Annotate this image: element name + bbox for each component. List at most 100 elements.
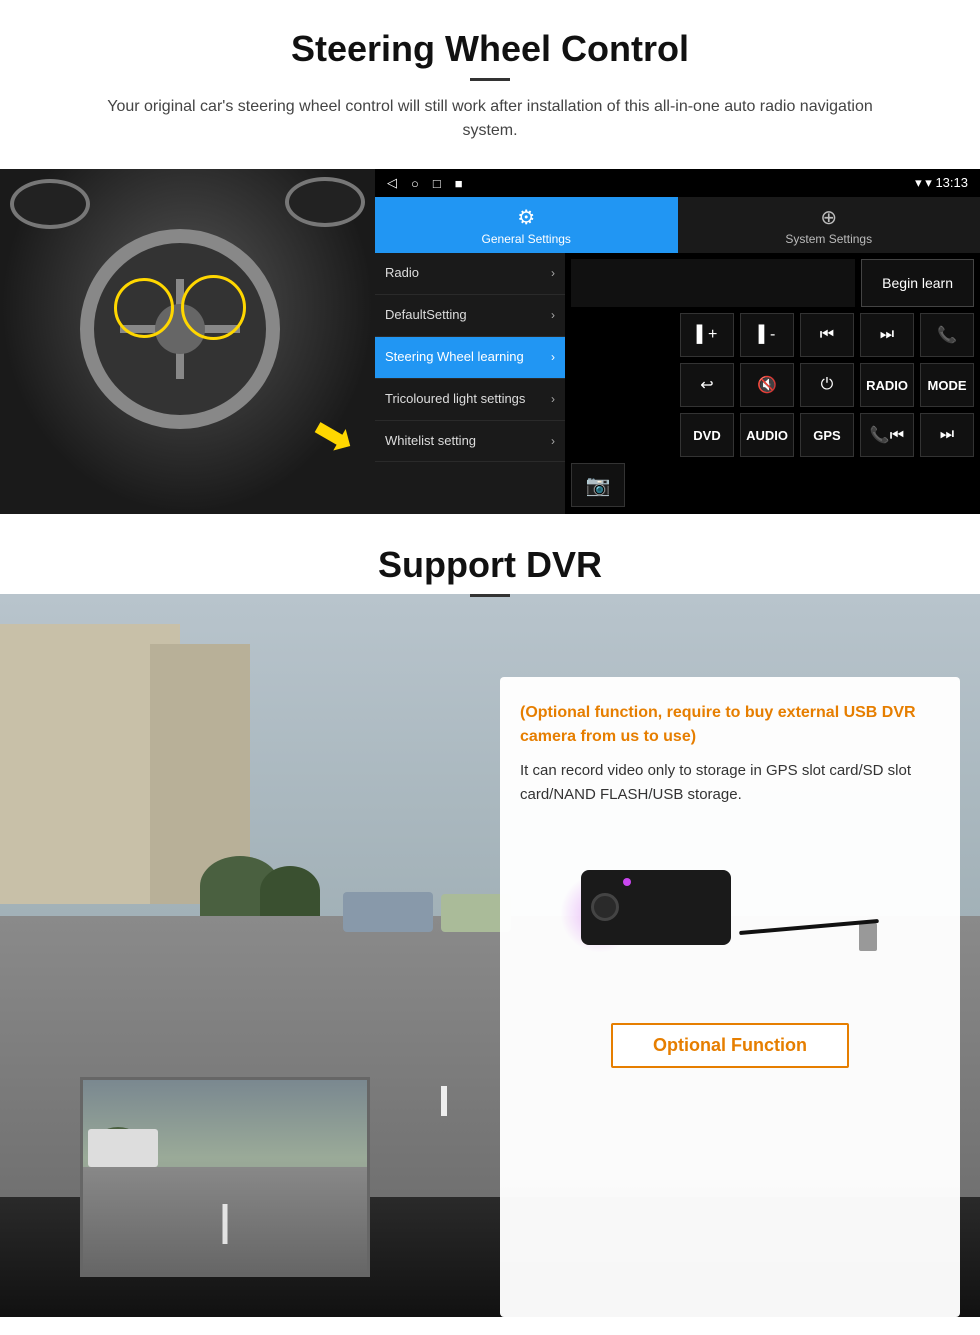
vol-minus-button[interactable]: ▌-	[740, 313, 794, 357]
begin-learn-button[interactable]: Begin learn	[861, 259, 974, 307]
chevron-icon-2: ›	[551, 308, 555, 322]
dvr-icon: 📷	[586, 473, 611, 498]
dvr-thumbnail	[80, 1077, 370, 1277]
phone-button[interactable]: 📞	[920, 313, 974, 357]
android-tabs: ⚙ General Settings ⊕ System Settings	[375, 197, 980, 253]
steering-header: Steering Wheel Control Your original car…	[0, 0, 980, 153]
left-button-highlight	[114, 278, 174, 338]
tab-system-label: System Settings	[785, 232, 872, 246]
back-button[interactable]: ↩	[680, 363, 734, 407]
menu-item-radio[interactable]: Radio ›	[375, 253, 565, 295]
android-nav: ◁ ○ □ ■	[387, 175, 463, 191]
next-button[interactable]: ⏭	[920, 413, 974, 457]
menu-item-steering[interactable]: Steering Wheel learning ›	[375, 337, 565, 379]
camera-lens	[591, 893, 619, 921]
skip-back-icon: ⏮	[820, 326, 834, 344]
chevron-icon-4: ›	[551, 392, 555, 406]
control-row-1: ▌+ ▌- ⏮ ⏭ 📞	[571, 313, 974, 357]
steering-wheel	[80, 229, 280, 429]
camera-cable	[739, 919, 879, 935]
system-icon: ⊕	[820, 205, 837, 230]
steering-section: Steering Wheel Control Your original car…	[0, 0, 980, 514]
menu-steering-label: Steering Wheel learning	[385, 349, 551, 366]
dvd-label: DVD	[693, 428, 720, 443]
chevron-icon-3: ›	[551, 350, 555, 364]
tab-general-label: General Settings	[482, 232, 571, 246]
dvr-card-title: (Optional function, require to buy exter…	[520, 701, 940, 749]
nav-recent-icon[interactable]: □	[433, 176, 441, 191]
camera-led	[623, 878, 631, 886]
nav-back-icon[interactable]: ◁	[387, 175, 397, 191]
radio-label: RADIO	[866, 378, 908, 393]
dvd-button[interactable]: DVD	[680, 413, 734, 457]
arrow-indicator: ➡	[301, 399, 366, 470]
vol-plus-button[interactable]: ▌+	[680, 313, 734, 357]
power-button[interactable]: ⏻	[800, 363, 854, 407]
phone-icon: 📞	[937, 325, 957, 345]
gps-label: GPS	[813, 428, 840, 443]
phone-prev-button[interactable]: 📞⏮	[860, 413, 914, 457]
status-bar-right: ▾ ▾ 13:13	[915, 175, 968, 191]
nav-home-icon[interactable]: ○	[411, 176, 419, 191]
dvr-title: Support DVR	[40, 544, 940, 586]
mode-label: MODE	[928, 378, 967, 393]
mode-button[interactable]: MODE	[920, 363, 974, 407]
audio-button[interactable]: AUDIO	[740, 413, 794, 457]
thumb-car	[88, 1129, 158, 1167]
gauge-right	[285, 177, 365, 227]
power-icon: ⏻	[821, 376, 834, 394]
divider-1	[470, 78, 510, 81]
control-row-4: 📷	[571, 463, 974, 507]
begin-learn-row: Begin learn	[571, 259, 974, 307]
android-body: Radio › DefaultSetting › Steering Wheel …	[375, 253, 980, 514]
dvr-icon-button[interactable]: 📷	[571, 463, 625, 507]
gear-icon: ⚙	[517, 205, 535, 230]
empty-area	[571, 259, 855, 307]
radio-button[interactable]: RADIO	[860, 363, 914, 407]
skip-fwd-button[interactable]: ⏭	[860, 313, 914, 357]
nav-menu-icon[interactable]: ■	[455, 176, 463, 191]
optional-function-button[interactable]: Optional Function	[611, 1023, 849, 1068]
android-controls: Begin learn ▌+ ▌- ⏮	[565, 253, 980, 514]
menu-item-whitelist[interactable]: Whitelist setting ›	[375, 421, 565, 463]
control-row-2: ↩ 🔇 ⏻ RADIO MODE	[571, 363, 974, 407]
steering-wheel-image: ➡	[0, 169, 375, 514]
steering-wheel-bg: ➡	[0, 169, 375, 514]
thumb-road-line	[223, 1204, 228, 1244]
vol-minus-icon: ▌-	[759, 326, 776, 344]
steering-demo: ➡ ◁ ○ □ ■ ▾ ▾ 13:13	[0, 169, 980, 514]
right-button-highlight	[181, 275, 246, 340]
status-time: 13:13	[935, 175, 968, 190]
dvr-section: Support DVR (Optional function, require …	[0, 514, 980, 1317]
menu-radio-label: Radio	[385, 265, 551, 282]
vol-plus-icon: ▌+	[697, 326, 718, 344]
camera-assembly	[581, 870, 879, 956]
dvr-left	[20, 637, 490, 1317]
back-icon: ↩	[700, 375, 713, 395]
usb-plug	[859, 923, 877, 951]
menu-item-tricolour[interactable]: Tricoloured light settings ›	[375, 379, 565, 421]
phone-prev-icon: 📞⏮	[870, 425, 904, 445]
menu-item-default[interactable]: DefaultSetting ›	[375, 295, 565, 337]
gps-button[interactable]: GPS	[800, 413, 854, 457]
chevron-icon: ›	[551, 266, 555, 280]
chevron-icon-5: ›	[551, 434, 555, 448]
tab-system-settings[interactable]: ⊕ System Settings	[678, 197, 980, 253]
wifi-icon: ▾	[925, 175, 932, 190]
camera-cable-wrapper	[739, 925, 879, 956]
android-statusbar: ◁ ○ □ ■ ▾ ▾ 13:13	[375, 169, 980, 197]
tab-general-settings[interactable]: ⚙ General Settings	[375, 197, 678, 253]
dvr-info-card: (Optional function, require to buy exter…	[500, 677, 960, 1317]
mute-icon: 🔇	[757, 375, 777, 395]
android-menu: Radio › DefaultSetting › Steering Wheel …	[375, 253, 565, 514]
dvr-header: Support DVR	[0, 514, 980, 607]
mute-button[interactable]: 🔇	[740, 363, 794, 407]
menu-default-label: DefaultSetting	[385, 307, 551, 324]
skip-back-button[interactable]: ⏮	[800, 313, 854, 357]
dvr-card-body: It can record video only to storage in G…	[520, 759, 940, 807]
menu-tricolour-label: Tricoloured light settings	[385, 391, 551, 408]
steering-title: Steering Wheel Control	[40, 28, 940, 70]
next-icon: ⏭	[940, 426, 954, 444]
camera-body	[581, 870, 731, 945]
dvr-camera-image	[520, 823, 940, 1003]
